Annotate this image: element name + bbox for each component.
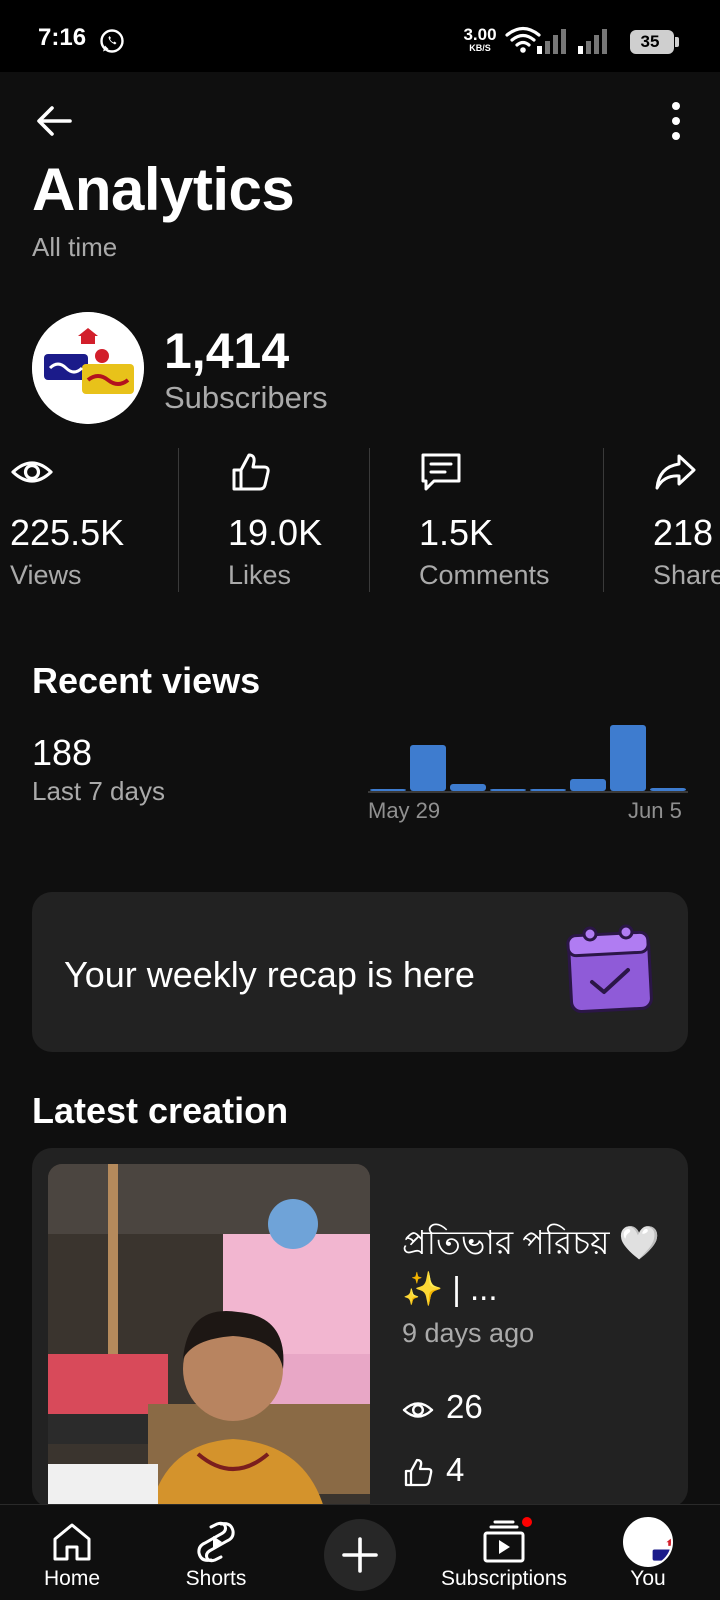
back-arrow-icon[interactable]: [30, 96, 80, 146]
whatsapp-icon: [100, 29, 124, 53]
video-title: প্রতিভার পরিচয় 🤍✨ | ...: [402, 1224, 660, 1307]
nav-subscriptions[interactable]: Subscriptions: [436, 1505, 572, 1600]
chart-bar-2[interactable]: [410, 745, 446, 791]
wifi-icon: [505, 26, 541, 53]
shares-stat: 218 Shares: [653, 450, 720, 590]
views-label: Views: [10, 560, 82, 590]
video-thumbnail[interactable]: [48, 1164, 370, 1508]
stat-divider: [369, 448, 370, 592]
plus-icon: [342, 1537, 378, 1573]
page-title: Analytics: [32, 156, 295, 223]
video-age: 9 days ago: [402, 1318, 535, 1348]
weekly-recap-text: Your weekly recap is here: [64, 954, 475, 995]
shares-value: 218: [653, 512, 714, 553]
chart-bar-7[interactable]: [610, 725, 646, 791]
chart-bar-4[interactable]: [490, 789, 526, 791]
user-avatar: [623, 1517, 673, 1567]
channel-avatar: [32, 312, 144, 424]
views-stat: 225.5K Views: [10, 450, 124, 590]
nav-subscriptions-label: Subscriptions: [440, 1567, 568, 1590]
recent-views-value: 188: [32, 732, 93, 773]
nav-you[interactable]: You: [608, 1505, 688, 1600]
nav-shorts-label: Shorts: [185, 1567, 247, 1590]
calendar-check-icon: [566, 924, 653, 1014]
status-bar: 7:16 3.00 KB/S 35: [0, 0, 720, 72]
bottom-navigation: Home Shorts Subscriptions You: [0, 1504, 720, 1600]
recent-views-period: Last 7 days: [32, 776, 165, 806]
latest-creation-title: Latest creation: [32, 1090, 289, 1131]
nav-home-label: Home: [43, 1567, 101, 1590]
comment-icon: [421, 453, 461, 491]
signal-icon: [537, 29, 566, 54]
eye-icon: [11, 461, 53, 483]
thumbs-up-icon: [232, 453, 270, 491]
nav-you-label: You: [630, 1567, 666, 1590]
create-button[interactable]: [324, 1519, 396, 1591]
thumbs-up-icon: [404, 1458, 433, 1487]
status-time: 7:16: [38, 24, 87, 51]
chart-bar-5[interactable]: [530, 789, 566, 791]
comments-stat: 1.5K Comments: [419, 450, 550, 590]
weekly-recap-card[interactable]: Your weekly recap is here: [32, 892, 688, 1052]
subscriptions-icon: [483, 1520, 525, 1563]
likes-label: Likes: [228, 560, 292, 590]
more-options-icon[interactable]: [656, 96, 696, 146]
share-icon: [655, 454, 696, 490]
home-icon: [53, 1523, 91, 1561]
stat-divider: [603, 448, 604, 592]
comments-label: Comments: [419, 560, 550, 590]
chart-bar-3[interactable]: [450, 784, 486, 791]
comments-value: 1.5K: [419, 512, 494, 553]
chart-start-date: May 29: [368, 798, 441, 823]
chart-bar-8[interactable]: [650, 788, 686, 791]
notification-dot: [520, 1515, 534, 1529]
battery-indicator: 35: [630, 30, 679, 54]
recent-views-title: Recent views: [32, 660, 261, 701]
eye-icon: [402, 1402, 434, 1418]
latest-creation-card[interactable]: প্রতিভার পরিচয় 🤍✨ | ... 9 days ago 26 4: [32, 1148, 688, 1508]
recent-views-chart[interactable]: [368, 715, 688, 795]
nav-home[interactable]: Home: [30, 1505, 114, 1600]
shares-label: Shares: [653, 560, 720, 590]
nav-shorts[interactable]: Shorts: [170, 1505, 262, 1600]
likes-value: 19.0K: [228, 512, 323, 553]
video-likes-value: 4: [446, 1451, 465, 1488]
chart-end-date: Jun 5: [628, 798, 682, 823]
video-views-value: 26: [446, 1388, 483, 1425]
date-range-label: All time: [32, 232, 118, 262]
signal-icon-2: [578, 29, 607, 54]
chart-bar-1[interactable]: [370, 789, 406, 791]
chart-bar-6[interactable]: [570, 779, 606, 791]
network-speed: 3.00 KB/S: [463, 25, 497, 53]
shorts-icon: [197, 1521, 235, 1563]
subscriber-label: Subscribers: [164, 380, 328, 415]
likes-stat: 19.0K Likes: [228, 450, 322, 590]
subscriber-count: 1,414: [164, 323, 290, 379]
stat-divider: [178, 448, 179, 592]
views-value: 225.5K: [10, 512, 125, 553]
